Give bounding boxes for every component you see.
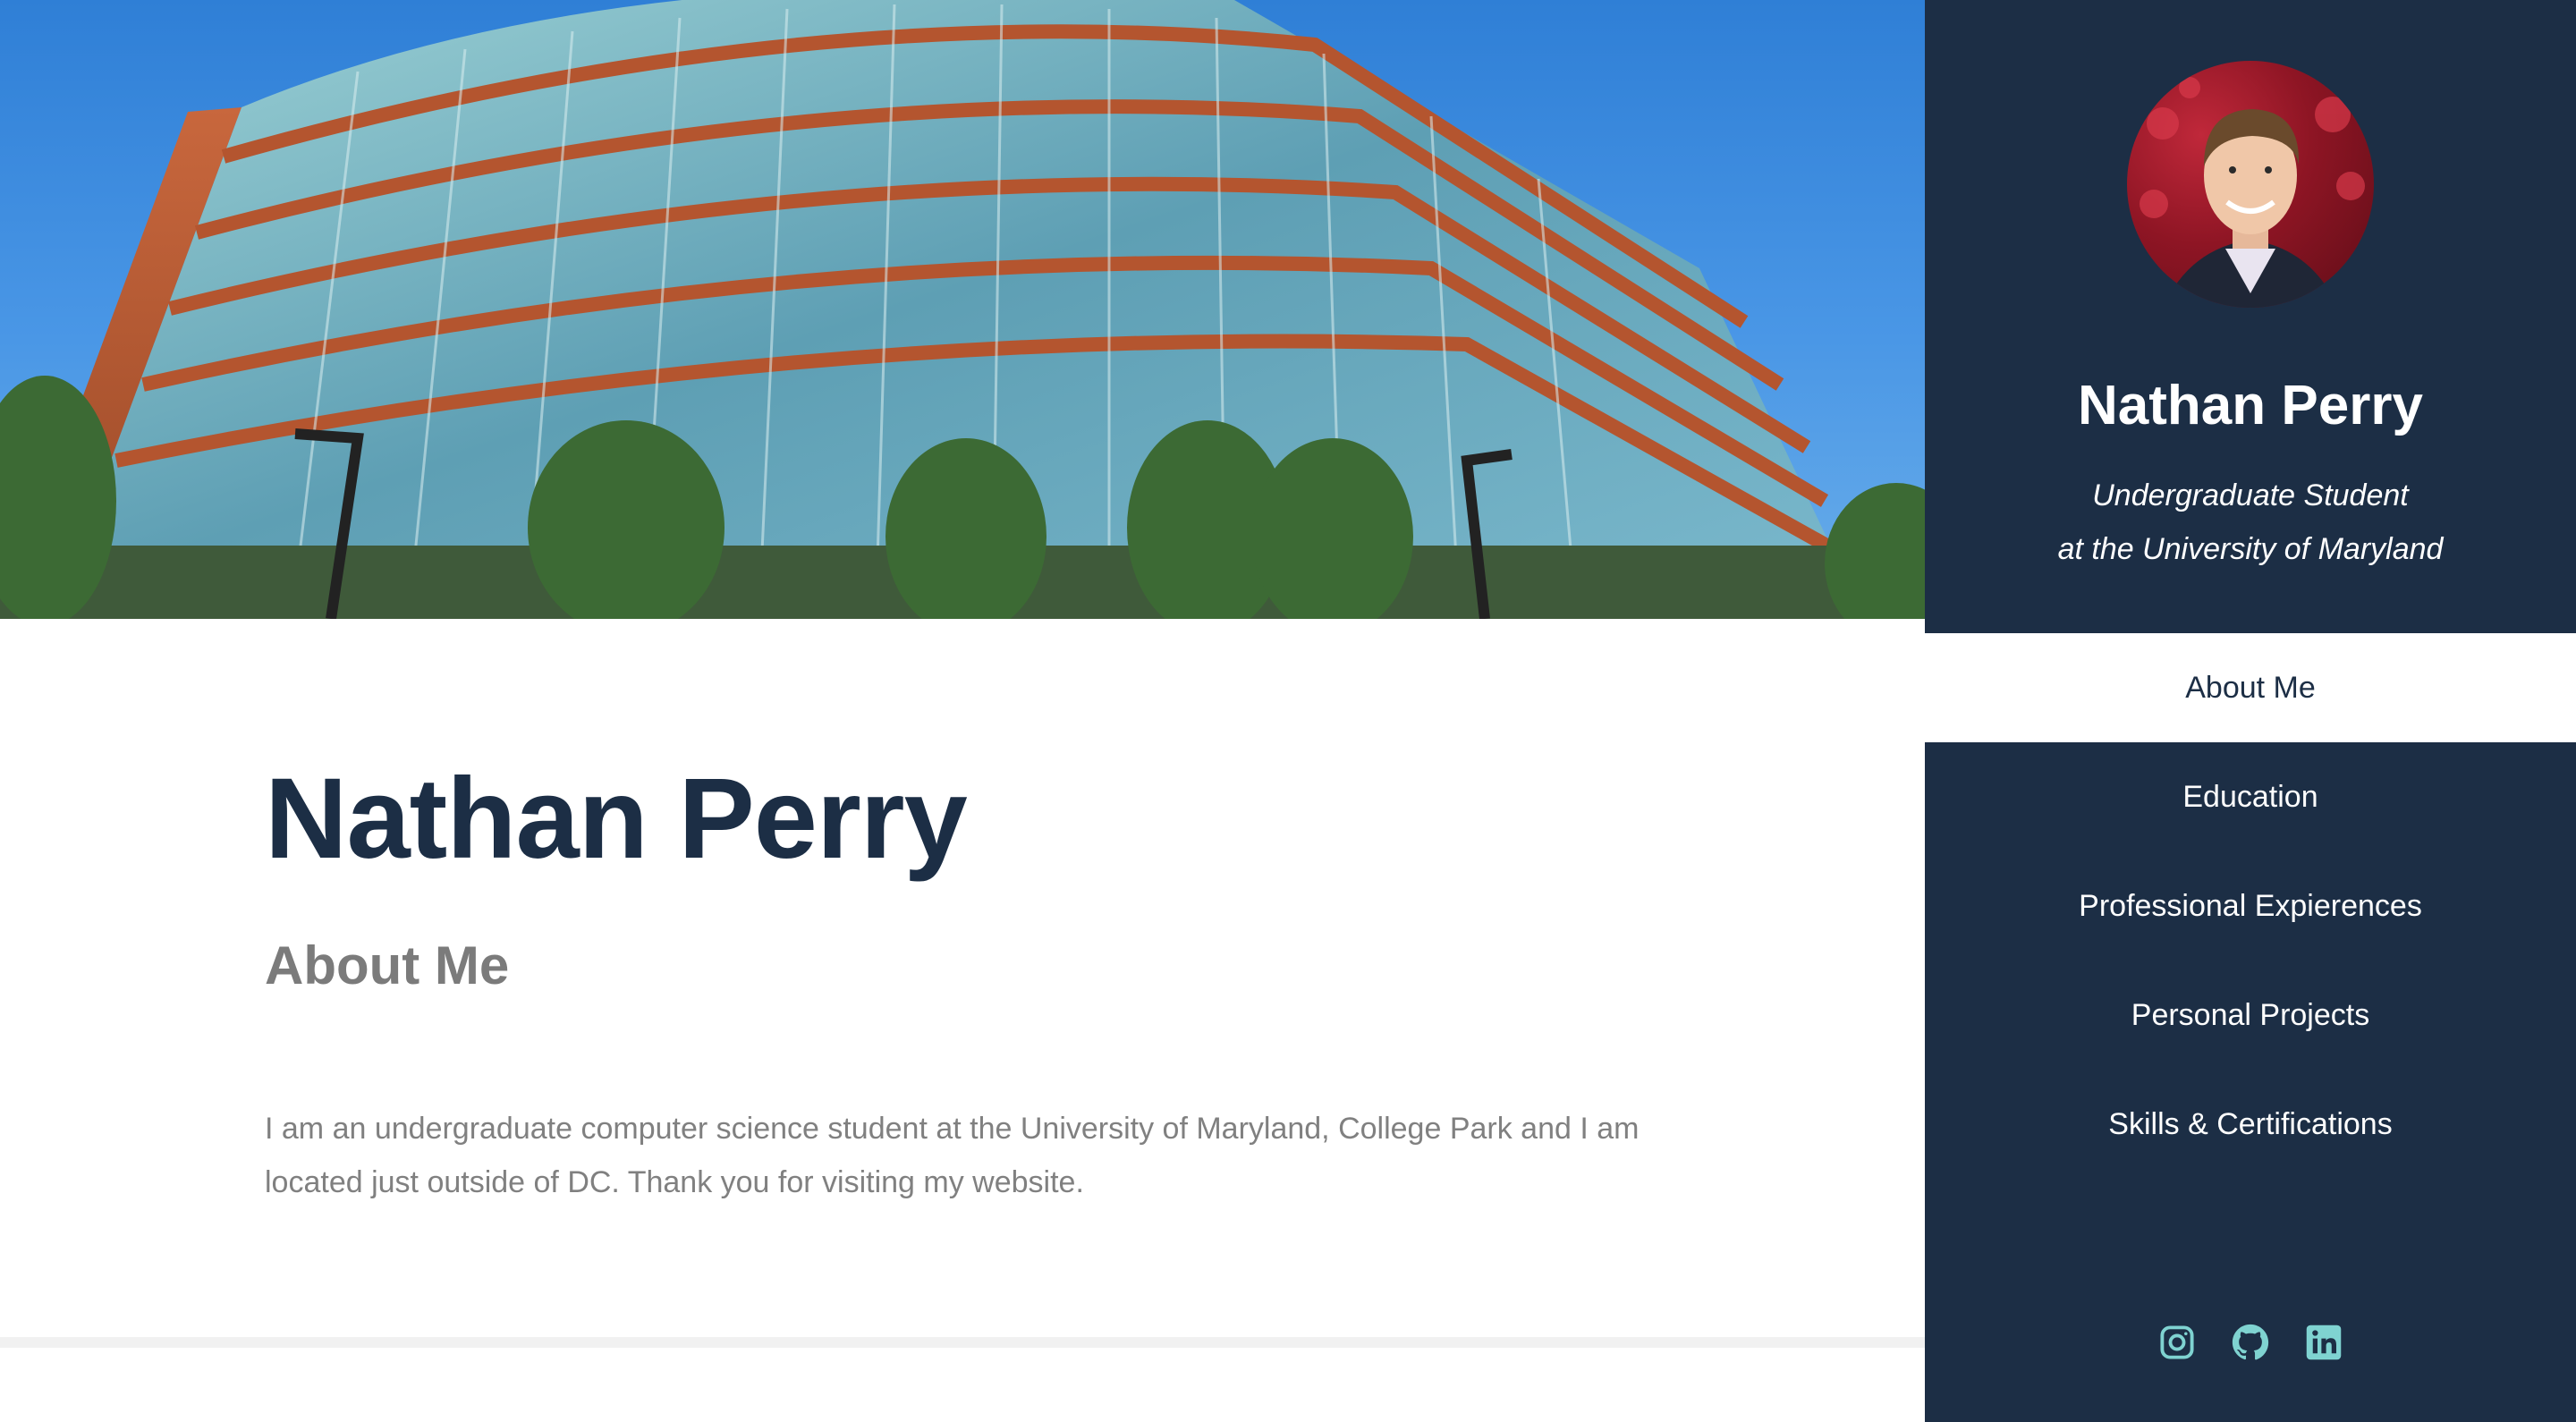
sidebar-name: Nathan Perry (2078, 375, 2423, 436)
sidebar-subtitle: Undergraduate Student at the University … (1925, 469, 2576, 576)
social-links (1925, 1324, 2576, 1361)
instagram-icon (2160, 1325, 2194, 1359)
linkedin-icon (2306, 1325, 2342, 1360)
nav-item-skills-certifications[interactable]: Skills & Certifications (1925, 1070, 2576, 1179)
instagram-link[interactable] (2158, 1324, 2196, 1361)
avatar (2127, 61, 2374, 308)
subtitle-line-1: Undergraduate Student (2092, 478, 2409, 512)
page-title: Nathan Perry (265, 755, 968, 883)
linkedin-link[interactable] (2305, 1324, 2343, 1361)
github-icon (2232, 1324, 2269, 1360)
section-title: About Me (265, 935, 510, 995)
nav-item-education[interactable]: Education (1925, 742, 2576, 851)
sidebar: Nathan Perry Undergraduate Student at th… (1925, 0, 2576, 1422)
sidebar-nav: About Me Education Professional Expieren… (1925, 633, 2576, 1179)
section-divider (0, 1337, 1925, 1348)
nav-item-professional-experiences[interactable]: Professional Expierences (1925, 851, 2576, 961)
about-paragraph: I am an undergraduate computer science s… (265, 1112, 1640, 1199)
subtitle-line-2: at the University of Maryland (2057, 532, 2444, 566)
nav-item-personal-projects[interactable]: Personal Projects (1925, 961, 2576, 1070)
github-link[interactable] (2232, 1324, 2269, 1361)
hero-building-image (0, 0, 1925, 619)
main-content: Nathan Perry About Me I am an undergradu… (0, 0, 1925, 1422)
nav-item-about-me[interactable]: About Me (1925, 633, 2576, 742)
